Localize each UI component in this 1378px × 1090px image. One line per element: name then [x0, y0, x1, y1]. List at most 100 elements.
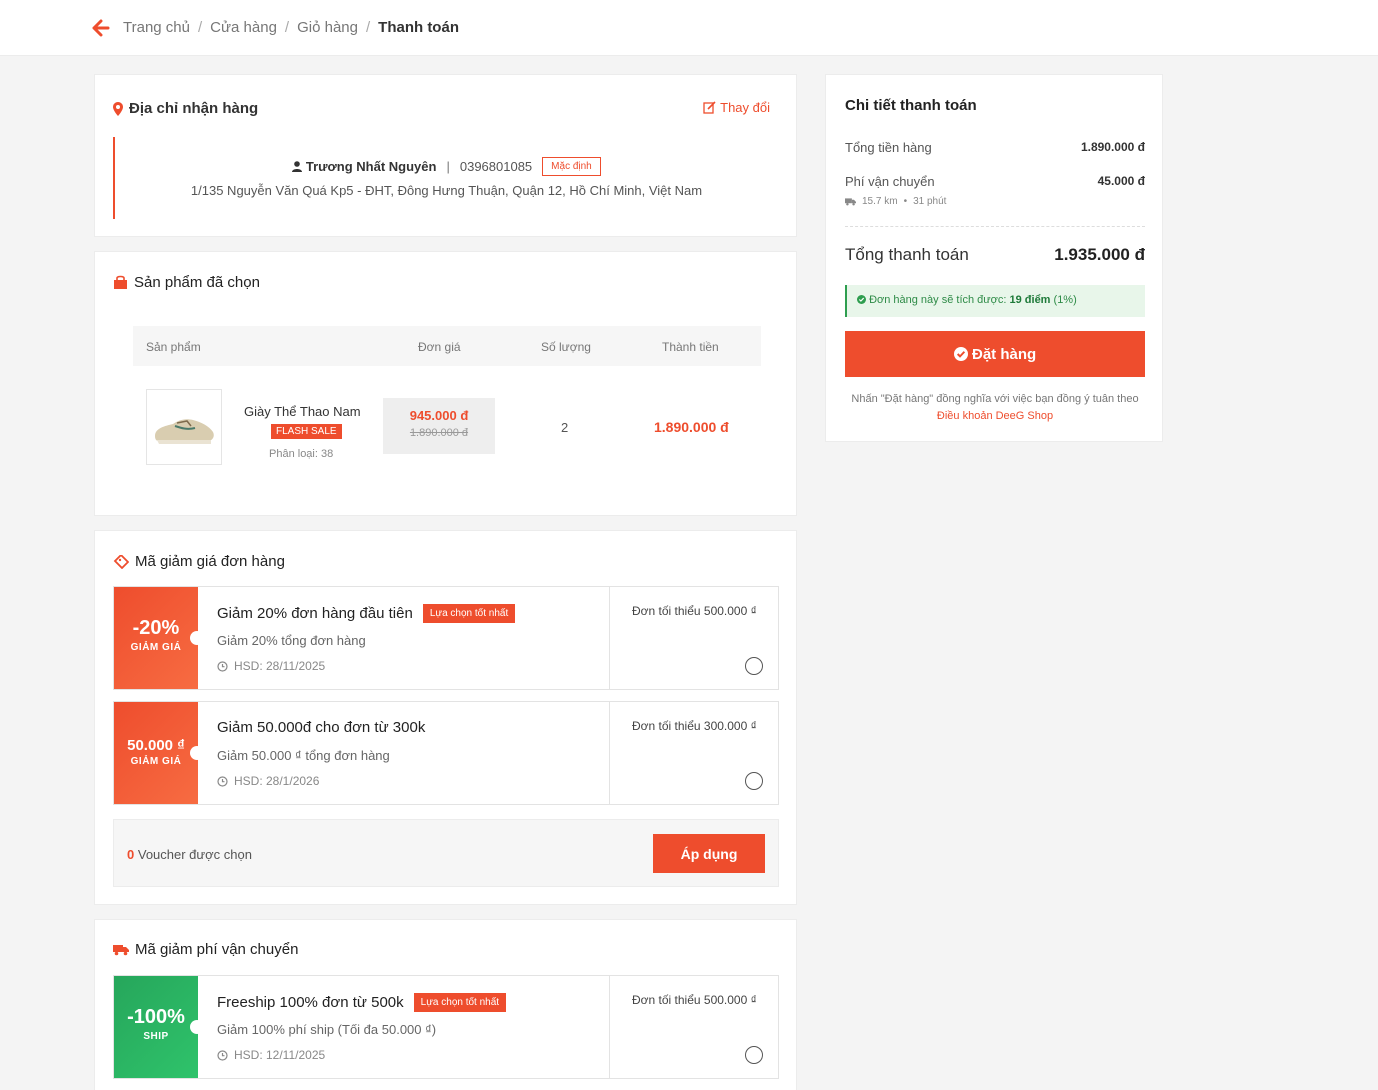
place-order-button[interactable]: Đặt hàng — [845, 331, 1145, 377]
order-vouchers-title: Mã giảm giá đơn hàng — [113, 553, 285, 570]
clock-icon — [217, 775, 228, 787]
voucher-badge: 50.000 ₫ GIẢM GIÁ — [114, 702, 198, 804]
full-address: 1/135 Nguyễn Văn Quá Kp5 - ĐHT, Đông Hưn… — [190, 183, 703, 198]
voucher-card[interactable]: -20% GIẢM GIÁ Giảm 20% đơn hàng đầu tiên… — [113, 586, 779, 690]
apply-voucher-button[interactable]: Áp dụng — [653, 834, 765, 873]
change-address-button[interactable]: Thay đổi — [703, 100, 770, 115]
address-accent-bar — [113, 137, 115, 219]
user-icon — [292, 161, 303, 172]
breadcrumb-shop[interactable]: Cửa hàng — [210, 19, 277, 36]
voucher-title: Giảm 50.000đ cho đơn từ 300k — [217, 719, 426, 736]
voucher-description: Giảm 50.000 ₫ tổng đơn hàng — [217, 748, 390, 763]
voucher-notch — [190, 746, 204, 760]
original-price: 1.890.000 đ — [409, 427, 469, 439]
loyalty-points-notice: Đơn hàng này sẽ tích được: 19 điểm (1%) — [845, 285, 1145, 317]
products-title: Sản phẩm đã chọn — [113, 274, 260, 291]
voucher-amount: 50.000 ₫ — [127, 737, 185, 754]
voucher-minimum: Đơn tối thiểu 500.000 ₫ — [632, 604, 757, 618]
voucher-type: GIẢM GIÁ — [130, 642, 182, 653]
voucher-description: Giảm 100% phí ship (Tối đa 50.000 ₫) — [217, 1022, 437, 1037]
separator: | — [446, 159, 450, 174]
top-bar: Trang chủ / Cửa hàng / Giỏ hàng / Thanh … — [0, 0, 1378, 56]
dot-separator: • — [903, 196, 908, 207]
voucher-title-row: Giảm 20% đơn hàng đầu tiên Lựa chọn tốt … — [217, 604, 516, 623]
total-label: Tổng thanh toán — [845, 245, 969, 264]
voucher-divider — [609, 976, 610, 1078]
summary-title: Chi tiết thanh toán — [845, 97, 977, 114]
subtotal-label: Tổng tiền hàng — [845, 140, 932, 155]
col-product: Sản phẩm — [146, 340, 201, 354]
voucher-type: GIẢM GIÁ — [130, 756, 182, 767]
products-card: Sản phẩm đã chọn Sản phẩm Đơn giá Số lượ… — [94, 251, 797, 516]
breadcrumb-separator: / — [365, 19, 371, 36]
voucher-radio[interactable] — [745, 1046, 763, 1064]
best-choice-badge: Lựa chọn tốt nhất — [422, 604, 516, 623]
voucher-expiry: HSD: 12/11/2025 — [234, 1048, 326, 1062]
unit-price-box: 945.000 đ 1.890.000 đ — [383, 398, 495, 454]
voucher-minimum: Đơn tối thiểu 300.000 ₫ — [632, 719, 757, 733]
breadcrumb: Trang chủ / Cửa hàng / Giỏ hàng / Thanh … — [123, 19, 459, 36]
ticket-icon — [113, 554, 129, 569]
recipient-name: Trương Nhất Nguyên — [292, 159, 436, 174]
voucher-title: Freeship 100% đơn từ 500k — [217, 994, 404, 1011]
shipping-distance: 15.7 km — [862, 196, 898, 207]
voucher-badge: -20% GIẢM GIÁ — [114, 587, 198, 689]
voucher-minimum: Đơn tối thiểu 500.000 ₫ — [632, 993, 757, 1007]
shipping-vouchers-card: Mã giảm phí vận chuyển -100% SHIP Freesh… — [94, 919, 797, 1090]
col-quantity: Số lượng — [541, 340, 591, 354]
voucher-amount: -20% — [132, 617, 180, 639]
best-choice-badge: Lựa chọn tốt nhất — [413, 993, 507, 1012]
product-name[interactable]: Giày Thể Thao Nam — [244, 404, 361, 419]
voucher-title: Giảm 20% đơn hàng đầu tiên — [217, 605, 413, 622]
breadcrumb-cart[interactable]: Giỏ hàng — [297, 19, 358, 36]
voucher-expiry: HSD: 28/11/2025 — [234, 659, 326, 673]
sale-price: 945.000 đ — [409, 408, 469, 423]
back-arrow-icon[interactable] — [92, 18, 110, 38]
voucher-title-row: Freeship 100% đơn từ 500k Lựa chọn tốt n… — [217, 993, 507, 1012]
selected-voucher-count: 0 Voucher được chọn — [127, 847, 252, 862]
subtotal-value: 1.890.000 đ — [1080, 140, 1145, 154]
breadcrumb-separator: / — [284, 19, 290, 36]
voucher-divider — [609, 587, 610, 689]
voucher-divider — [609, 702, 610, 804]
check-circle-icon — [953, 346, 968, 361]
sneaker-image — [155, 419, 214, 444]
address-card: Địa chỉ nhận hàng Thay đổi Trương Nhất N… — [94, 74, 797, 237]
truck-icon — [845, 198, 856, 206]
voucher-notch — [190, 631, 204, 645]
recipient-phone: 0396801085 — [459, 159, 533, 174]
subtotal-row: Tổng tiền hàng 1.890.000 đ — [845, 140, 1145, 155]
voucher-title-row: Giảm 50.000đ cho đơn từ 300k — [217, 719, 425, 736]
clock-icon — [217, 660, 228, 672]
product-line-total: 1.890.000 đ — [654, 419, 729, 435]
shipping-info: 15.7 km • 31 phút — [845, 196, 946, 207]
voucher-card[interactable]: 50.000 ₫ GIẢM GIÁ Giảm 50.000đ cho đơn t… — [113, 701, 779, 805]
voucher-amount: -100% — [127, 1006, 185, 1028]
shipping-voucher-card[interactable]: -100% SHIP Freeship 100% đơn từ 500k Lựa… — [113, 975, 779, 1079]
summary-divider — [845, 226, 1145, 227]
shipping-row: Phí vận chuyển 45.000 đ — [845, 174, 1145, 189]
terms-link[interactable]: Điều khoản DeeG Shop — [937, 410, 1053, 422]
voucher-expiry-row: HSD: 28/11/2025 — [217, 659, 325, 673]
flash-sale-badge: FLASH SALE — [271, 424, 342, 439]
breadcrumb-current: Thanh toán — [378, 19, 459, 36]
voucher-type: SHIP — [143, 1031, 169, 1042]
voucher-radio[interactable] — [745, 772, 763, 790]
total-value: 1.935.000 đ — [1054, 245, 1145, 264]
voucher-expiry-row: HSD: 28/1/2026 — [217, 774, 319, 788]
shipping-value: 45.000 đ — [1097, 174, 1145, 188]
voucher-expiry: HSD: 28/1/2026 — [234, 774, 320, 788]
voucher-apply-row: 0 Voucher được chọn Áp dụng — [113, 819, 779, 887]
shipping-duration: 31 phút — [913, 196, 947, 207]
voucher-expiry-row: HSD: 12/11/2025 — [217, 1048, 325, 1062]
product-quantity: 2 — [561, 420, 569, 435]
product-variant: Phân loại: 38 — [269, 448, 334, 460]
col-line-total: Thành tiền — [662, 340, 719, 354]
location-pin-icon — [113, 101, 123, 116]
breadcrumb-home[interactable]: Trang chủ — [123, 19, 190, 36]
order-vouchers-card: Mã giảm giá đơn hàng -20% GIẢM GIÁ Giảm … — [94, 530, 797, 905]
voucher-description: Giảm 20% tổng đơn hàng — [217, 633, 366, 648]
clock-icon — [217, 1049, 228, 1061]
voucher-radio[interactable] — [745, 657, 763, 675]
voucher-badge: -100% SHIP — [114, 976, 198, 1078]
